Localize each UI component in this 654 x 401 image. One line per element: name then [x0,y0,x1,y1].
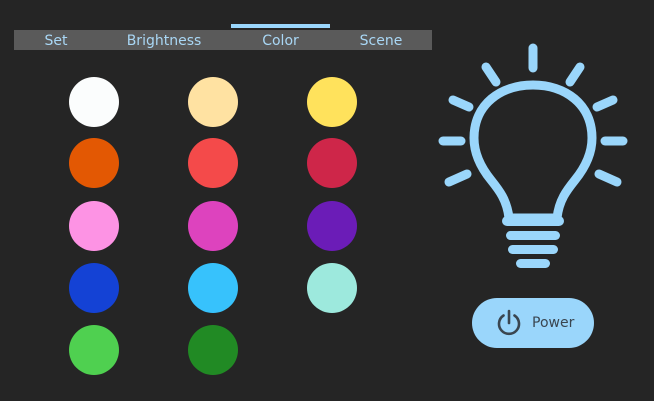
swatch-mint[interactable] [307,263,357,313]
power-button[interactable]: Power [472,298,594,348]
swatch-pink[interactable] [69,201,119,251]
swatch-sky-blue[interactable] [188,263,238,313]
swatch-green[interactable] [69,325,119,375]
color-swatch-grid [0,0,430,401]
swatch-dark-green[interactable] [188,325,238,375]
swatch-coral-red[interactable] [188,138,238,188]
swatch-magenta[interactable] [188,201,238,251]
swatch-purple[interactable] [307,201,357,251]
power-icon [497,309,521,336]
color-control-screen: Set Brightness Color Scene Power [0,0,654,401]
swatch-orange[interactable] [69,138,119,188]
swatch-yellow[interactable] [307,77,357,127]
swatch-cream[interactable] [188,77,238,127]
lightbulb-icon [438,43,628,268]
power-label: Power [532,315,575,331]
swatch-white[interactable] [69,77,119,127]
swatch-blue[interactable] [69,263,119,313]
swatch-crimson[interactable] [307,138,357,188]
